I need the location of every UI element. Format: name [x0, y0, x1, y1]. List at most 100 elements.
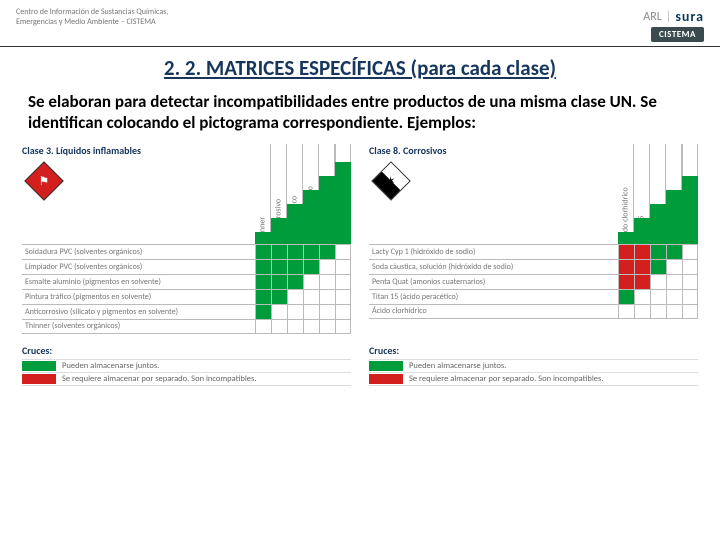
legend-title: Cruces: [22, 344, 351, 357]
matrix-cell [303, 290, 319, 304]
matrix-head-left: Clase 3. Líquidos inflamables ⚑ ThinnerA… [22, 144, 351, 244]
corrosive-icon: ✶ [386, 173, 396, 188]
matrix-cell [666, 305, 682, 318]
brand-row: ARL | sura [643, 8, 704, 25]
matrix-rows-left: Soldadura PVC (solventes orgánicos)Limpi… [22, 244, 351, 334]
matrix-cell [634, 305, 650, 318]
matrix-cell [666, 275, 682, 289]
row-label: Esmalte aluminio (pigmentos en solvente) [22, 275, 255, 289]
matrix-cell [335, 290, 351, 304]
swatch-red [22, 374, 56, 384]
org-info: Centro de Información de Sustancias Quím… [16, 8, 168, 27]
table-row: Penta Quat (amonios cuaternarios) [369, 274, 698, 289]
matrix-cell [271, 260, 287, 274]
table-row: Anticorrosivo (silicato y pigmentos en s… [22, 304, 351, 319]
legend-row-red-2: Se requiere almacenar por separado. Son … [369, 372, 698, 386]
matrix-cell [650, 290, 666, 304]
table-row: Soda cáustica, solución (hidróxido de so… [369, 259, 698, 274]
matrix-cell [335, 320, 351, 333]
matrix-cell [255, 290, 271, 304]
matrix-cell [271, 275, 287, 289]
hazard-diamond-flammable: ⚑ [24, 161, 64, 201]
org-line-2: Emergencias y Medio Ambiente – CISTEMA [16, 18, 168, 28]
legend-title-2: Cruces: [369, 344, 698, 357]
matrix-cell [319, 320, 335, 333]
matrix-cell [303, 245, 319, 259]
legend-right: Cruces: Pueden almacenarse juntos. Se re… [369, 344, 698, 386]
legend-green-text-2: Pueden almacenarse juntos. [409, 361, 506, 371]
matrix-cell [650, 245, 666, 259]
matrix-cell [271, 305, 287, 319]
table-row: Thinner (solventes orgánicos) [22, 319, 351, 334]
brand-block: ARL | sura CISTEMA [643, 8, 704, 42]
matrix-head-right: Clase 8. Corrosivos ✶ Ácido clorhídricoT… [369, 144, 698, 244]
intro-paragraph: Se elaboran para detectar incompatibilid… [28, 91, 692, 134]
matrix-cell [682, 290, 698, 304]
matrix-cell [287, 245, 303, 259]
matrix-cell [682, 305, 698, 318]
legends-container: Cruces: Pueden almacenarse juntos. Se re… [0, 334, 720, 386]
matrices-container: Clase 3. Líquidos inflamables ⚑ ThinnerA… [0, 144, 720, 334]
matrix-cell [682, 260, 698, 274]
matrix-cell [650, 260, 666, 274]
class-title-left: Clase 3. Líquidos inflamables [22, 144, 141, 157]
matrix-cell [303, 305, 319, 319]
matrix-cell [618, 290, 634, 304]
row-label: Limpiador PVC (solventes orgánicos) [22, 260, 255, 274]
matrix-cell [255, 305, 271, 319]
table-row: Pintura tráfico (pigmentos en solvente) [22, 289, 351, 304]
matrix-cell [319, 245, 335, 259]
matrix-cell [682, 275, 698, 289]
matrix-cell [303, 275, 319, 289]
row-label: Anticorrosivo (silicato y pigmentos en s… [22, 305, 255, 319]
matrix-rows-right: Lacty Cyp 1 (hidróxido de sodio)Soda cáu… [369, 244, 698, 319]
matrix-cell [287, 320, 303, 333]
matrix-cell [271, 320, 287, 333]
table-row: Titan 15 (ácido peracético) [369, 289, 698, 304]
hazard-diamond-corrosive: ✶ [371, 161, 411, 201]
row-label: Thinner (solventes orgánicos) [22, 320, 255, 333]
matrix-cell [666, 245, 682, 259]
matrix-cell [335, 245, 351, 259]
swatch-green-2 [369, 361, 403, 371]
brand-name: sura [675, 8, 704, 25]
matrix-cell [618, 305, 634, 318]
matrix-cell [618, 260, 634, 274]
row-label: Ácido clorhídrico [369, 305, 618, 318]
matrix-cell [634, 275, 650, 289]
row-label: Pintura tráfico (pigmentos en solvente) [22, 290, 255, 304]
matrix-cell [666, 260, 682, 274]
matrix-cell [255, 245, 271, 259]
row-label: Penta Quat (amonios cuaternarios) [369, 275, 618, 289]
legend-red-text: Se requiere almacenar por separado. Son … [62, 374, 256, 384]
matrix-cell [335, 305, 351, 319]
matrix-cell [319, 290, 335, 304]
matrix-cell [634, 290, 650, 304]
flame-icon: ⚑ [39, 173, 50, 188]
matrix-cell [271, 245, 287, 259]
slide-header: Centro de Información de Sustancias Quím… [0, 0, 720, 47]
matrix-flammables: Clase 3. Líquidos inflamables ⚑ ThinnerA… [22, 144, 351, 334]
matrix-cell [255, 260, 271, 274]
matrix-corrosives: Clase 8. Corrosivos ✶ Ácido clorhídricoT… [369, 144, 698, 334]
matrix-cell [634, 245, 650, 259]
matrix-cell [303, 320, 319, 333]
matrix-cell [287, 275, 303, 289]
matrix-cell [335, 275, 351, 289]
matrix-cell [287, 305, 303, 319]
matrix-cell [271, 290, 287, 304]
matrix-cell [319, 305, 335, 319]
matrix-cell [618, 275, 634, 289]
matrix-cell [287, 260, 303, 274]
row-label: Lacty Cyp 1 (hidróxido de sodio) [369, 245, 618, 259]
table-row: Lacty Cyp 1 (hidróxido de sodio) [369, 244, 698, 259]
row-label: Soldadura PVC (solventes orgánicos) [22, 245, 255, 259]
matrix-cell [666, 290, 682, 304]
table-row: Ácido clorhídrico [369, 304, 698, 319]
table-row: Esmalte aluminio (pigmentos en solvente) [22, 274, 351, 289]
matrix-cell [650, 275, 666, 289]
matrix-cell [650, 305, 666, 318]
legend-row-red: Se requiere almacenar por separado. Son … [22, 372, 351, 386]
legend-row-green-2: Pueden almacenarse juntos. [369, 359, 698, 372]
legend-green-text: Pueden almacenarse juntos. [62, 361, 159, 371]
